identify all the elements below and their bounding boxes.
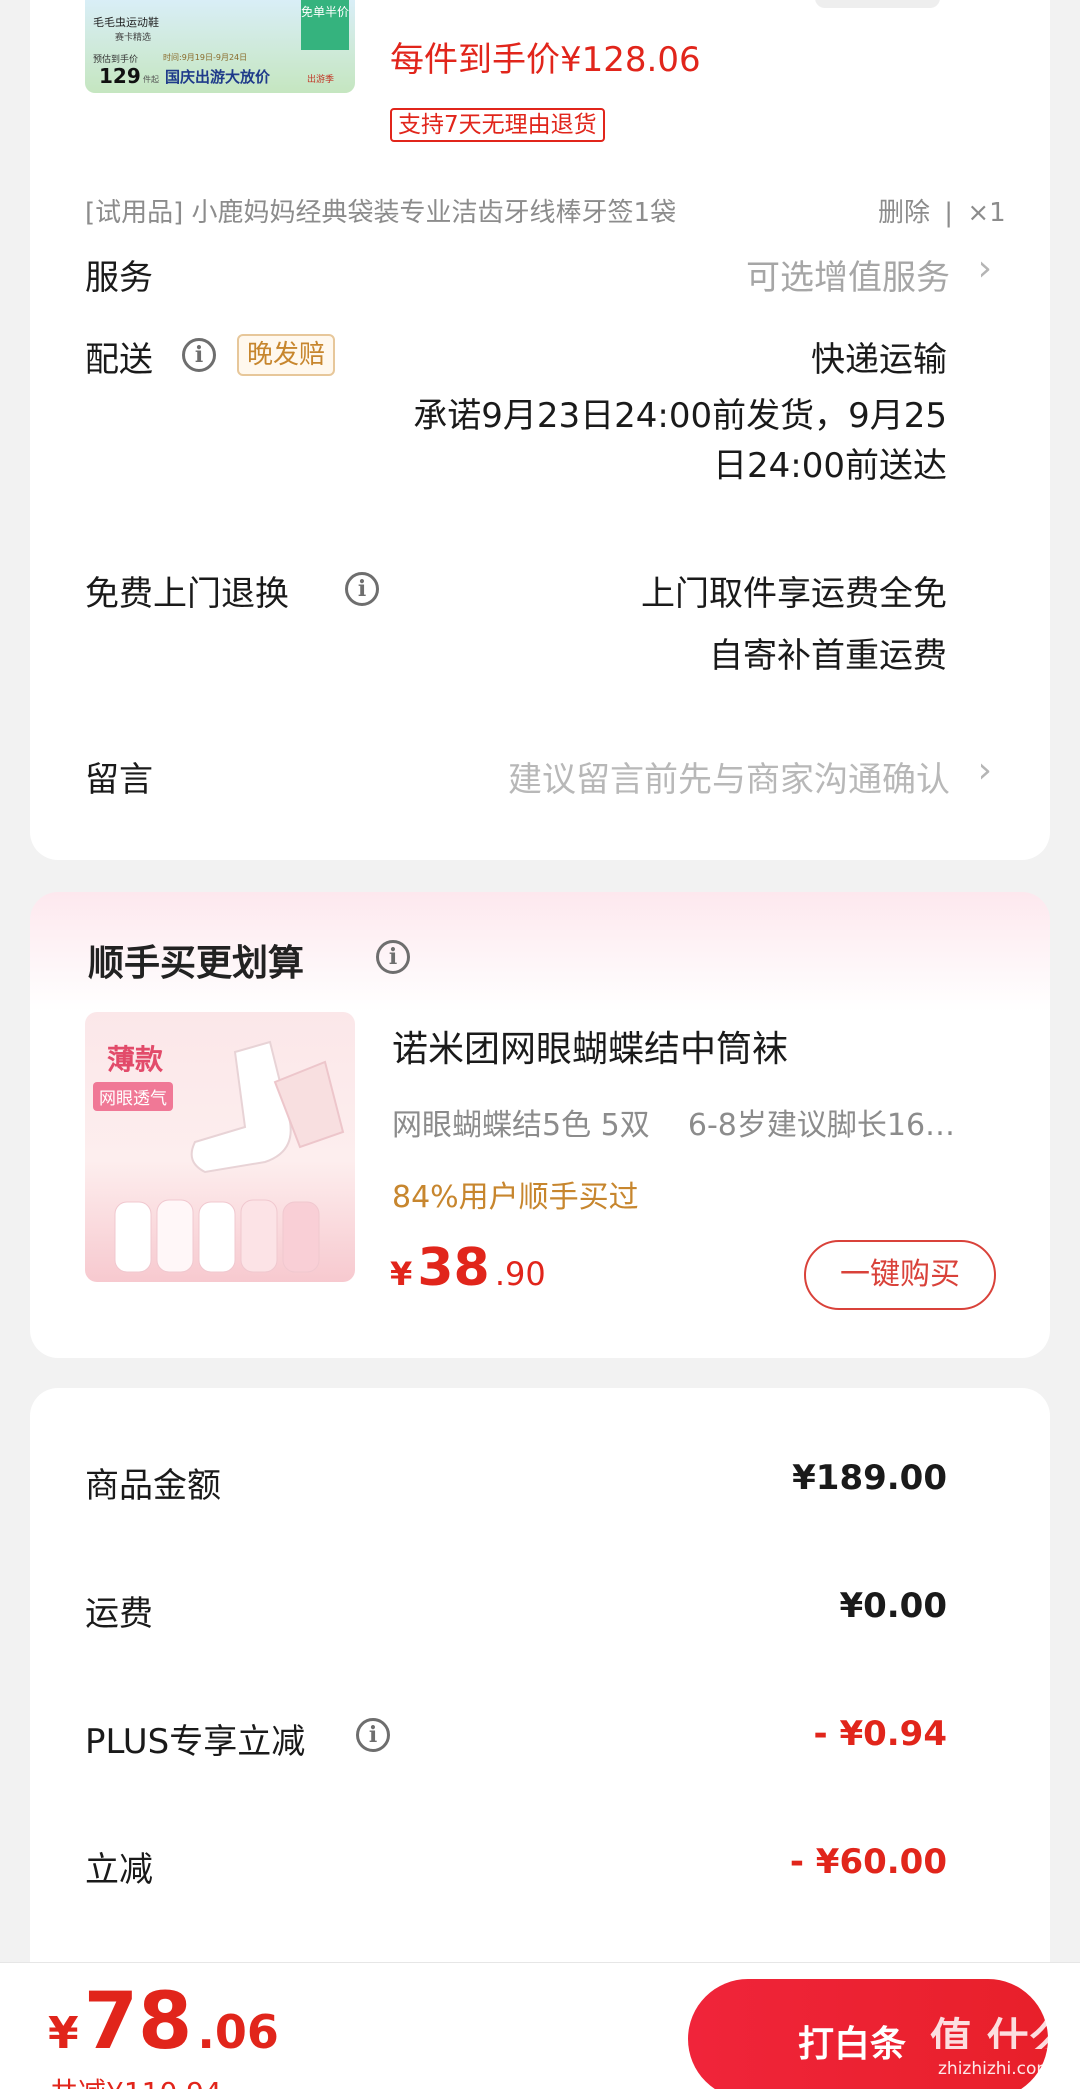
one-click-buy-button[interactable]: 一键购买: [804, 1240, 996, 1310]
free-return-label: 免费上门退换: [85, 574, 289, 614]
addon-card: 顺手买更划算 i 薄款 网眼透气 诺米团网眼蝴蝶结中筒袜 网眼蝴蝶结5色 5双 …: [30, 892, 1050, 1358]
addon-price-int: 38: [417, 1238, 490, 1298]
return-policy-badge: 支持7天无理由退货: [390, 108, 605, 142]
free-return-row: 免费上门退换 i 上门取件享运费全免 自寄补首重运费: [30, 566, 1050, 676]
unit-price: 每件到手价¥128.06: [390, 40, 701, 80]
delivery-promise-1: 承诺9月23日24:00前发货，9月25: [413, 396, 947, 436]
trial-item-actions: 删除 | ×1: [878, 192, 1006, 229]
summary-label: 商品金额: [85, 1466, 221, 1506]
watermark-url: zhizhizhi.com: [938, 2059, 1053, 2079]
addon-spec[interactable]: 网眼蝴蝶结5色 5双 6-8岁建议脚长16…: [392, 1100, 955, 1144]
order-card: 免单半价 毛毛虫运动鞋 赛卡精选 预估到手价 时间:9月19日-9月24日 12…: [30, 0, 1050, 860]
total-saved: 共减¥110.94: [50, 2071, 222, 2089]
late-compensation-tag: 晚发赔: [237, 334, 336, 376]
summary-value: ¥189.00: [792, 1458, 947, 1498]
addon-price-dec: .90: [494, 1255, 546, 1293]
trial-delete-link[interactable]: 删除: [878, 198, 930, 228]
summary-label: PLUS专享立减: [85, 1722, 306, 1762]
price-summary-card: 商品金额 ¥189.00 运费 ¥0.00 PLUS专享立减 i - ¥0.94…: [30, 1388, 1050, 2008]
addon-product-name[interactable]: 诺米团网眼蝴蝶结中筒袜: [392, 1020, 788, 1072]
chevron-right-icon: ›: [977, 248, 992, 289]
addon-price: ¥ 38 .90: [390, 1238, 546, 1298]
pay-button-label: 打白条: [798, 2024, 907, 2065]
summary-label: 立减: [85, 1850, 153, 1890]
summary-value: - ¥0.94: [813, 1714, 948, 1754]
trial-qty: ×1: [967, 198, 1006, 228]
info-icon[interactable]: i: [345, 572, 379, 606]
thumb-line2: 赛卡精选: [115, 33, 152, 43]
socks-illustration: [114, 1040, 345, 1273]
addon-title: 顺手买更划算: [88, 943, 305, 984]
delivery-label: 配送: [85, 340, 153, 380]
addon-price-currency: ¥: [390, 1255, 413, 1293]
summary-row-shipping: 运费 ¥0.00: [30, 1586, 1050, 1646]
thumb-price: 129: [99, 64, 141, 88]
trial-divider: |: [944, 198, 954, 228]
thumb-banner: 国庆出游大放价: [165, 68, 271, 86]
quantity-stepper-edge[interactable]: [815, 0, 940, 8]
chevron-right-icon: ›: [977, 750, 992, 791]
service-label: 服务: [85, 258, 153, 298]
info-icon[interactable]: i: [182, 338, 216, 372]
thumb-line1: 毛毛虫运动鞋: [93, 16, 159, 29]
summary-value: ¥0.00: [839, 1586, 947, 1626]
checkout-bar: ¥ 78 .06 共减¥110.94 打白条 值 什么值得买 zhizhizhi…: [0, 1962, 1080, 2089]
free-return-value-1: 上门取件享运费全免: [641, 574, 947, 614]
summary-label: 运费: [85, 1594, 153, 1634]
summary-value: - ¥60.00: [789, 1842, 947, 1882]
thumb-badge: 免单半价: [301, 0, 349, 50]
free-return-value-2: 自寄补首重运费: [709, 636, 947, 676]
service-value: 可选增值服务: [746, 258, 950, 298]
summary-row-discount: 立减 - ¥60.00: [30, 1842, 1050, 1902]
thumb-promo-dates: 时间:9月19日-9月24日: [163, 53, 248, 62]
summary-row-plus: PLUS专享立减 i - ¥0.94: [30, 1714, 1050, 1774]
thumb-unit: 件起: [143, 75, 159, 84]
socks-product-image[interactable]: 薄款 网眼透气: [85, 1012, 355, 1282]
info-icon[interactable]: i: [356, 1718, 390, 1752]
delivery-promise-2: 日24:00前送达: [713, 446, 947, 486]
trial-item-text: [试用品] 小鹿妈妈经典袋装专业洁齿牙线棒牙签1袋: [85, 198, 677, 228]
message-row[interactable]: 留言 建议留言前先与商家沟通确认 ›: [30, 750, 1050, 812]
product-thumbnail[interactable]: 免单半价 毛毛虫运动鞋 赛卡精选 预估到手价 时间:9月19日-9月24日 12…: [85, 0, 355, 93]
addon-social-proof: 84%用户顺手买过: [392, 1180, 639, 1215]
delivery-row: 配送 i 晚发赔 快递运输 承诺9月23日24:00前发货，9月25 日24:0…: [30, 332, 1050, 486]
total-price: ¥ 78 .06: [48, 1977, 279, 2067]
total-dec: .06: [197, 2005, 279, 2059]
service-row[interactable]: 服务 可选增值服务 ›: [30, 242, 1050, 312]
watermark-logo: 值 什么值得买: [930, 2014, 1070, 2049]
message-label: 留言: [85, 760, 153, 800]
message-input[interactable]: 建议留言前先与商家沟通确认: [508, 752, 950, 801]
total-currency: ¥: [48, 2008, 79, 2059]
info-icon[interactable]: i: [376, 940, 410, 974]
summary-row-goods: 商品金额 ¥189.00: [30, 1458, 1050, 1518]
delivery-method: 快递运输: [811, 340, 947, 380]
thumb-logo: 出游季: [307, 75, 335, 85]
total-int: 78: [83, 1977, 193, 2067]
